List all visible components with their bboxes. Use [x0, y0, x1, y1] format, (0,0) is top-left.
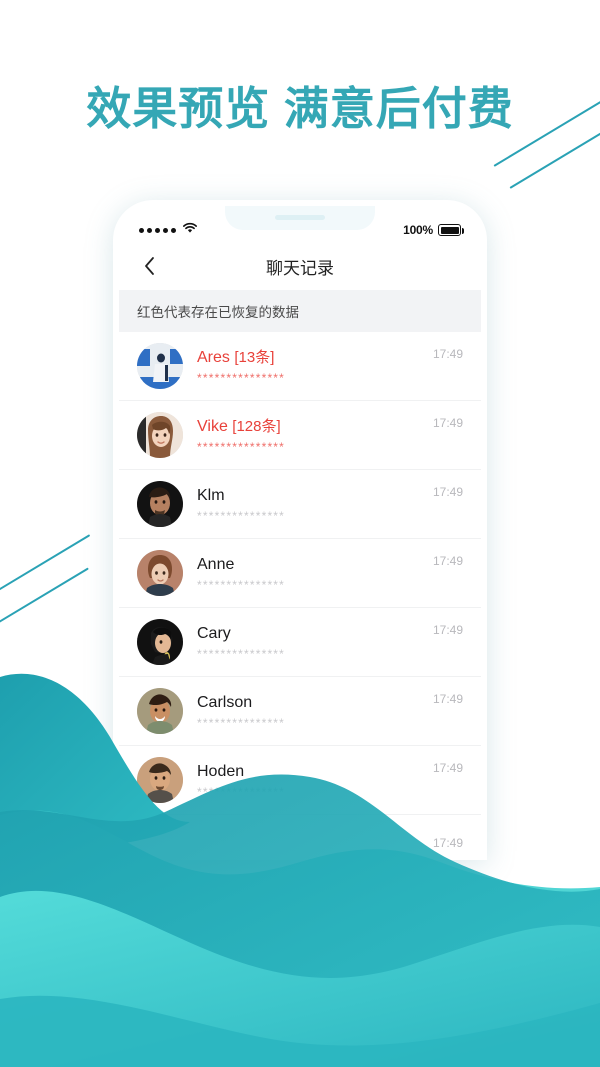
decorative-line: [509, 129, 600, 189]
list-item[interactable]: Cary *************** 17:49: [119, 608, 481, 677]
list-item-count: [13条]: [234, 348, 275, 366]
signal-dots-icon: [139, 227, 176, 233]
wifi-icon: [182, 221, 198, 239]
chevron-left-icon: [145, 257, 154, 275]
list-item-preview: ***************: [197, 647, 286, 662]
list-item-name: Hoden: [197, 762, 245, 780]
avatar: [137, 688, 183, 734]
list-item-time: 17:49: [432, 623, 463, 637]
list-item-preview: ***************: [197, 716, 286, 731]
wave-layer-front: [0, 890, 600, 1067]
list-item-preview: ***************: [197, 509, 286, 524]
list-item-time: 17:49: [432, 485, 463, 499]
avatar: [137, 757, 183, 803]
list-item[interactable]: Vike [128条] *************** 17:49: [119, 401, 481, 470]
page-title: 聊天记录: [266, 258, 334, 278]
page-headline: 效果预览 满意后付费: [86, 83, 514, 134]
decorative-line: [0, 534, 91, 602]
avatar: [137, 481, 183, 527]
list-item-preview: ***************: [197, 578, 286, 593]
battery-full-icon: [438, 224, 464, 236]
list-item[interactable]: Carlson *************** 17:49: [119, 677, 481, 746]
list-item-time: 17:49: [432, 761, 463, 775]
back-button[interactable]: [137, 253, 163, 279]
phone-mockup: 100% 聊天记录 红色代表存在已恢复的数据 Ares [13条] ******…: [113, 200, 487, 860]
list-item-count: [128条]: [232, 417, 281, 435]
list-item[interactable]: Ares [13条] *************** 17:49: [119, 332, 481, 401]
avatar: [137, 619, 183, 665]
list-item-time: 17:49: [432, 347, 463, 361]
battery-percent-label: 100%: [403, 223, 433, 237]
list-item-name: Anne: [197, 555, 235, 573]
list-item-preview: ***************: [197, 440, 286, 455]
wave-layer-bottom: [0, 995, 600, 1067]
list-item-time: 17:49: [432, 554, 463, 568]
promo-screenshot: 效果预览 满意后付费 100% 聊天记录 红色代表存在已恢复的数据 Ares […: [0, 0, 600, 1067]
list-item[interactable]: Hoden *************** 17:49: [119, 746, 481, 815]
avatar: [137, 550, 183, 596]
list-item-name: Carlson: [197, 693, 253, 711]
decorative-lines-left: [0, 534, 120, 660]
list-item-name: Vike [128条]: [197, 417, 281, 435]
status-bar: 100%: [119, 206, 481, 242]
list-item-preview: ***************: [197, 785, 286, 800]
avatar: [137, 412, 183, 458]
list-item-name: Ares [13条]: [197, 348, 275, 366]
list-item[interactable]: 17:49: [119, 815, 481, 860]
list-item-time: 17:49: [432, 692, 463, 706]
list-item-name: Klm: [197, 486, 225, 504]
list-item[interactable]: Klm *************** 17:49: [119, 470, 481, 539]
list-item[interactable]: Anne *************** 17:49: [119, 539, 481, 608]
avatar: [137, 343, 183, 389]
chat-list[interactable]: Ares [13条] *************** 17:49 Vike [1…: [119, 332, 481, 860]
list-item-time: 17:49: [432, 416, 463, 430]
notice-banner: 红色代表存在已恢复的数据: [119, 290, 481, 332]
phone-screen: 100% 聊天记录 红色代表存在已恢复的数据 Ares [13条] ******…: [119, 206, 481, 860]
decorative-line: [0, 567, 89, 626]
list-item-time: 17:49: [432, 835, 463, 850]
list-item-name: Cary: [197, 624, 231, 642]
list-item-preview: ***************: [197, 371, 286, 386]
nav-bar: 聊天记录: [119, 242, 481, 290]
